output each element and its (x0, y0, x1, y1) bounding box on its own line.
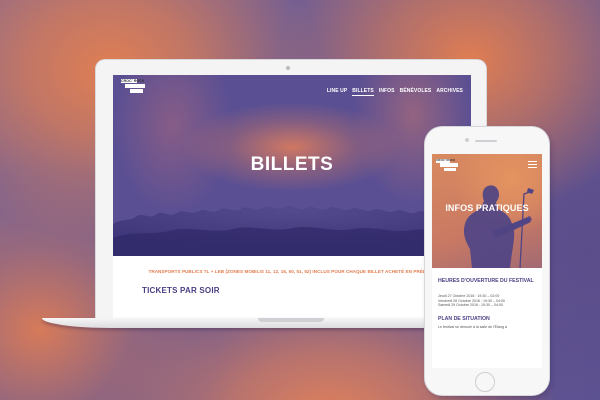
nav-item-benevoles[interactable]: BÉNÉVOLES (400, 88, 432, 96)
situation-text: Le festival se déroule à la salle de l'É… (438, 325, 508, 329)
phone-camera (465, 138, 469, 142)
mobile-page-title: INFOS PRATIQUES (445, 203, 529, 213)
opening-hours-item: Jeudi 27 Octobre 2016 : 19:30 – 02:00 (438, 294, 500, 298)
site-logo[interactable]: CROC' ROCK (121, 79, 145, 93)
laptop-notch (258, 318, 324, 322)
mobile-hero-banner: CROC' ROCK INFOS PRATIQUES (432, 154, 542, 268)
page-title: BILLETS (250, 154, 334, 175)
section-heading: TICKETS PAR SOIR (142, 286, 220, 295)
phone-speaker (475, 140, 497, 142)
mobile-page-content: HEURES D'OUVERTURE DU FESTIVAL Jeudi 27 … (432, 268, 542, 368)
desktop-website: CROC' ROCK LINE UP BILLETS INFOS BÉNÉVOL… (113, 75, 471, 321)
mobile-site-logo[interactable]: CROC' ROCK (436, 158, 458, 172)
crowd-silhouette-image (113, 205, 471, 256)
main-navigation: LINE UP BILLETS INFOS BÉNÉVOLES ARCHIVES (327, 88, 463, 96)
logo-text: CROC' ROCK (121, 79, 145, 83)
nav-item-line-up[interactable]: LINE UP (327, 88, 347, 96)
page-content: TRANSPORTS PUBLICS TL + LEB (ZONES MOBIL… (113, 256, 471, 321)
mobile-website: CROC' ROCK INFOS PRATIQUES HEURES D'OUVE… (432, 154, 542, 368)
hamburger-menu-icon[interactable] (528, 161, 537, 169)
nav-item-billets[interactable]: BILLETS (352, 88, 374, 96)
situation-heading: PLAN DE SITUATION (438, 316, 490, 322)
home-button[interactable] (475, 372, 495, 392)
hero-banner: CROC' ROCK LINE UP BILLETS INFOS BÉNÉVOL… (113, 75, 471, 256)
opening-hours-heading: HEURES D'OUVERTURE DU FESTIVAL (438, 278, 534, 284)
nav-item-infos[interactable]: INFOS (379, 88, 395, 96)
nav-item-archives[interactable]: ARCHIVES (436, 88, 463, 96)
mobile-logo-text: CROC' ROCK (436, 158, 456, 162)
laptop-camera (286, 66, 290, 70)
opening-hours-item: Samedi 29 Octobre 2016 : 19:30 – 04:00 (438, 303, 503, 308)
opening-hours-list: Jeudi 27 Octobre 2016 : 19:30 – 02:00 Ve… (438, 294, 505, 308)
phone-mockup: CROC' ROCK INFOS PRATIQUES HEURES D'OUVE… (425, 127, 549, 395)
transport-note: TRANSPORTS PUBLICS TL + LEB (ZONES MOBIL… (148, 269, 436, 274)
